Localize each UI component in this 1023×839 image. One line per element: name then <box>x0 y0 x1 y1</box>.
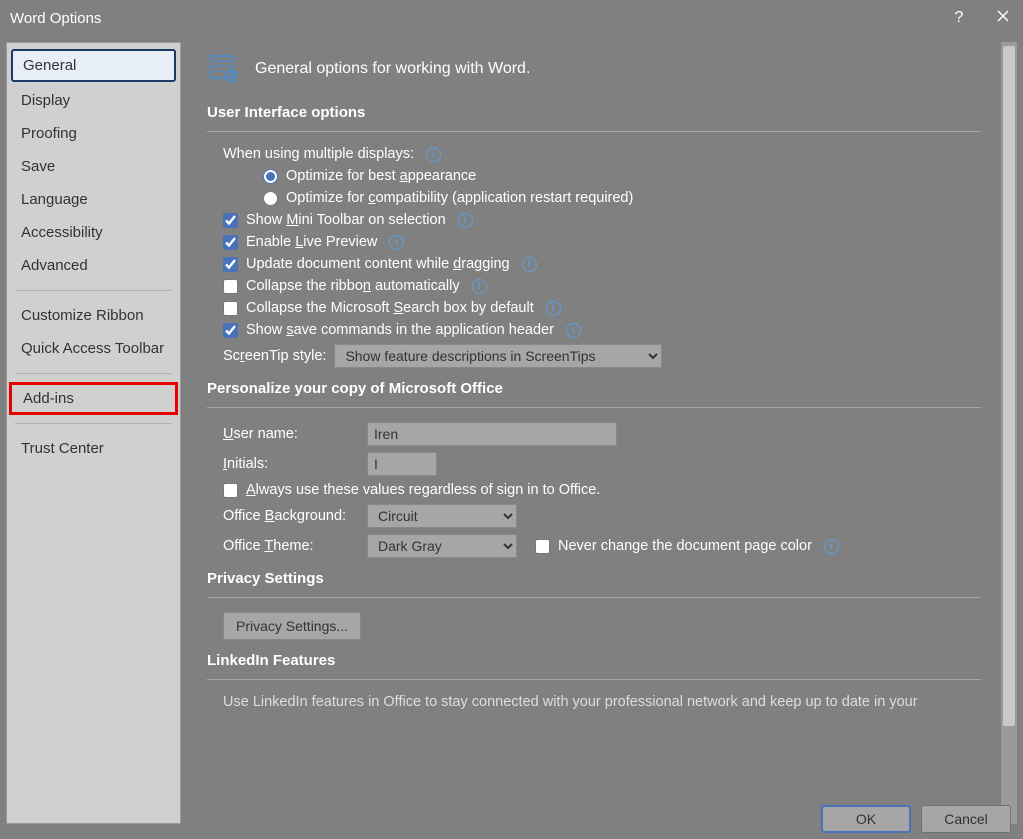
checkbox-collapse-search-label: Collapse the Microsoft Search box by def… <box>246 300 534 316</box>
sidebar-item-addins[interactable]: Add-ins <box>9 382 178 415</box>
section-rule <box>207 679 981 680</box>
sidebar-item-proofing[interactable]: Proofing <box>7 117 180 150</box>
info-icon[interactable]: i <box>566 323 581 338</box>
sidebar-item-language[interactable]: Language <box>7 183 180 216</box>
section-personalize-title: Personalize your copy of Microsoft Offic… <box>207 380 981 397</box>
info-icon[interactable]: i <box>824 539 839 554</box>
sidebar-item-advanced[interactable]: Advanced <box>7 249 180 282</box>
screentip-select[interactable]: Show feature descriptions in ScreenTips <box>334 344 662 368</box>
checkbox-live-preview[interactable] <box>223 235 238 250</box>
checkbox-collapse-ribbon-label: Collapse the ribbon automatically <box>246 278 460 294</box>
checkbox-collapse-search[interactable] <box>223 301 238 316</box>
section-privacy-title: Privacy Settings <box>207 570 981 587</box>
username-label: User name: <box>223 426 359 442</box>
checkbox-never-page-color[interactable] <box>535 539 550 554</box>
page-heading: General options for working with Word. <box>255 60 530 78</box>
linkedin-description: Use LinkedIn features in Office to stay … <box>223 694 981 712</box>
info-icon[interactable]: i <box>458 213 473 228</box>
section-ui-options-title: User Interface options <box>207 104 981 121</box>
office-background-label: Office Background: <box>223 508 359 524</box>
section-rule <box>207 407 981 408</box>
office-theme-select[interactable]: Dark Gray <box>367 534 517 558</box>
sidebar-item-trust-center[interactable]: Trust Center <box>7 432 180 465</box>
ok-button[interactable]: OK <box>821 805 911 833</box>
general-options-icon <box>207 52 241 86</box>
info-icon[interactable]: i <box>472 279 487 294</box>
sidebar-separator <box>15 423 172 424</box>
multi-displays-label: When using multiple displays: <box>223 146 414 162</box>
checkbox-show-save-label: Show save commands in the application he… <box>246 322 554 338</box>
titlebar: Word Options ? <box>0 0 1023 36</box>
screentip-label: ScreenTip style: <box>223 348 326 364</box>
sidebar-item-display[interactable]: Display <box>7 84 180 117</box>
radio-best-appearance[interactable] <box>263 169 278 184</box>
info-icon[interactable]: i <box>522 257 537 272</box>
radio-compatibility-label: Optimize for compatibility (application … <box>286 190 633 206</box>
checkbox-dragging-label: Update document content while dragging <box>246 256 510 272</box>
checkbox-live-preview-label: Enable Live Preview <box>246 234 377 250</box>
checkbox-always-values[interactable] <box>223 483 238 498</box>
office-theme-label: Office Theme: <box>223 538 359 554</box>
checkbox-collapse-ribbon[interactable] <box>223 279 238 294</box>
sidebar-item-customize-ribbon[interactable]: Customize Ribbon <box>7 299 180 332</box>
username-input[interactable] <box>367 422 617 446</box>
sidebar-separator <box>15 290 172 291</box>
cancel-button[interactable]: Cancel <box>921 805 1011 833</box>
category-sidebar: General Display Proofing Save Language A… <box>6 42 181 824</box>
sidebar-separator <box>15 373 172 374</box>
sidebar-item-general[interactable]: General <box>11 49 176 82</box>
checkbox-mini-toolbar[interactable] <box>223 213 238 228</box>
section-rule <box>207 597 981 598</box>
sidebar-item-quick-access[interactable]: Quick Access Toolbar <box>7 332 180 365</box>
privacy-settings-button[interactable]: Privacy Settings... <box>223 612 361 640</box>
checkbox-dragging[interactable] <box>223 257 238 272</box>
section-rule <box>207 131 981 132</box>
info-icon[interactable]: i <box>546 301 561 316</box>
initials-label: Initials: <box>223 456 359 472</box>
section-linkedin-title: LinkedIn Features <box>207 652 981 669</box>
office-background-select[interactable]: Circuit <box>367 504 517 528</box>
window-title: Word Options <box>10 10 949 27</box>
radio-best-appearance-label: Optimize for best appearance <box>286 168 476 184</box>
info-icon[interactable]: i <box>426 147 441 162</box>
initials-input[interactable] <box>367 452 437 476</box>
vertical-scrollbar[interactable] <box>1001 42 1017 824</box>
checkbox-never-page-color-label: Never change the document page color <box>558 538 812 554</box>
help-button[interactable]: ? <box>949 9 969 28</box>
sidebar-item-save[interactable]: Save <box>7 150 180 183</box>
sidebar-item-accessibility[interactable]: Accessibility <box>7 216 180 249</box>
close-button[interactable] <box>993 9 1013 28</box>
checkbox-show-save[interactable] <box>223 323 238 338</box>
main-panel: General options for working with Word. U… <box>181 42 997 833</box>
info-icon[interactable]: i <box>389 235 404 250</box>
scrollbar-thumb[interactable] <box>1003 46 1015 726</box>
checkbox-always-values-label: Always use these values regardless of si… <box>246 482 600 498</box>
radio-compatibility[interactable] <box>263 191 278 206</box>
checkbox-mini-toolbar-label: Show Mini Toolbar on selection <box>246 212 446 228</box>
